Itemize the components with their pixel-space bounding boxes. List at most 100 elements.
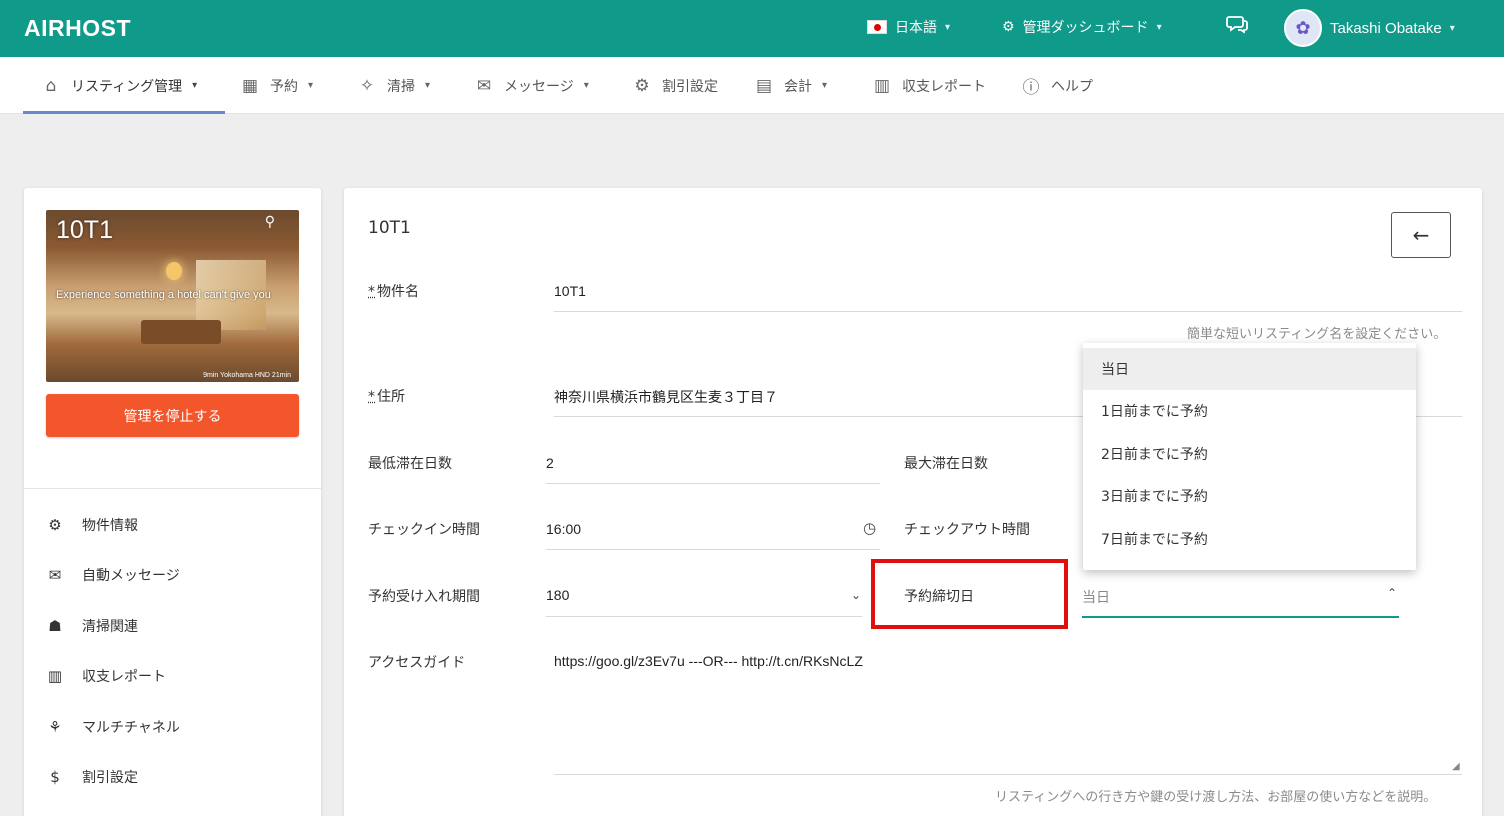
gear-icon: ⚙ bbox=[634, 75, 650, 96]
language-selector[interactable]: 日本語 ▾ bbox=[867, 17, 950, 37]
max-stay-label: 最大滞在日数 bbox=[904, 456, 988, 472]
channels-icon: ⚘ bbox=[48, 718, 62, 736]
cleaning-icon: ✧ bbox=[359, 75, 375, 96]
nav-label: 会計 bbox=[784, 78, 812, 95]
chevron-down-icon: ▾ bbox=[945, 21, 951, 33]
help-icon: ⓘ bbox=[1022, 78, 1040, 98]
property-name-hint: 簡単な短いリスティング名を設定ください。 bbox=[1187, 327, 1447, 342]
chevron-down-icon: ▾ bbox=[1156, 21, 1162, 33]
report-icon: ▥ bbox=[873, 75, 891, 96]
user-name: Takashi Obatake bbox=[1330, 19, 1442, 37]
sidebar-item-label: マルチチャネル bbox=[82, 720, 180, 736]
main-nav: ⌂ リスティング管理 ▾ ▦ 予約 ▾ ✧ 清掃 ▾ ✉ メッセージ ▾ ⚙ 割… bbox=[0, 57, 1504, 114]
stop-management-button[interactable]: 管理を停止する bbox=[46, 394, 299, 437]
user-menu[interactable]: ✿ Takashi Obatake ▾ bbox=[1284, 9, 1455, 47]
airhost-logo[interactable]: AIRHOST bbox=[24, 15, 131, 42]
checkin-input[interactable]: 16:00 bbox=[546, 521, 581, 537]
sidebar-item-label: 収支レポート bbox=[82, 669, 166, 685]
dropdown-option-2-days[interactable]: 2日前までに予約 bbox=[1083, 433, 1416, 475]
nav-label: ヘルプ bbox=[1051, 78, 1093, 95]
thumbnail-distance: 9min Yokohama HND 21min bbox=[203, 372, 291, 379]
cutoff-select[interactable]: 当日 bbox=[1082, 587, 1110, 607]
thumbnail-title: 10T1 bbox=[56, 216, 113, 244]
address-label: * 住所 bbox=[368, 386, 405, 406]
property-name-input[interactable]: 10T1 bbox=[554, 283, 586, 299]
chat-bubbles-icon[interactable] bbox=[1226, 14, 1248, 34]
clock-icon[interactable]: ◷ bbox=[863, 519, 876, 537]
envelope-icon: ✉ bbox=[48, 566, 62, 584]
cutoff-active-underline bbox=[1082, 616, 1399, 618]
avatar: ✿ bbox=[1284, 9, 1322, 47]
required-mark: * bbox=[368, 284, 375, 300]
access-guide-label: アクセスガイド bbox=[368, 655, 466, 671]
booking-window-underline bbox=[546, 616, 862, 617]
resize-handle-icon[interactable]: ◢ bbox=[1452, 761, 1460, 772]
min-stay-label: 最低滞在日数 bbox=[368, 456, 452, 472]
nav-label: 収支レポート bbox=[902, 78, 986, 95]
thumbnail-lamp bbox=[166, 262, 182, 280]
nav-report[interactable]: ▥ 収支レポート bbox=[872, 57, 986, 114]
calendar-icon: ▦ bbox=[241, 75, 259, 96]
cutoff-dropdown-menu: 当日 1日前までに予約 2日前までに予約 3日前までに予約 7日前までに予約 bbox=[1083, 343, 1416, 570]
language-label: 日本語 bbox=[895, 20, 937, 36]
sidebar-item-property-info[interactable]: ⚙ 物件情報 bbox=[46, 515, 138, 535]
label-text: 物件名 bbox=[377, 284, 419, 300]
top-bar: AIRHOST 日本語 ▾ ⚙ 管理ダッシュボード ▾ ✿ Takashi Ob… bbox=[0, 0, 1504, 57]
chevron-down-icon: ▾ bbox=[308, 80, 314, 91]
sidebar-item-auto-messages[interactable]: ✉ 自動メッセージ bbox=[46, 565, 180, 585]
nav-discount-settings[interactable]: ⚙ 割引設定 bbox=[632, 57, 718, 114]
booking-window-label: 予約受け入れ期間 bbox=[368, 589, 480, 605]
dropdown-option-1-day[interactable]: 1日前までに予約 bbox=[1083, 390, 1416, 432]
nav-help[interactable]: ⓘ ヘルプ bbox=[1021, 57, 1094, 114]
min-stay-underline bbox=[546, 483, 880, 484]
checkin-label: チェックイン時間 bbox=[368, 522, 480, 538]
chevron-down-icon: ▾ bbox=[425, 80, 431, 91]
address-input[interactable]: 神奈川県横浜市鶴見区生麦３丁目７ bbox=[554, 387, 778, 407]
min-stay-input[interactable]: 2 bbox=[546, 455, 554, 471]
sidebar-item-multichannel[interactable]: ⚘ マルチチャネル bbox=[46, 717, 180, 737]
thumbnail-tagline: Experience something a hotel can't give … bbox=[56, 289, 271, 301]
arrow-left-icon: ← bbox=[1412, 223, 1430, 247]
nav-label: 清掃 bbox=[387, 78, 415, 95]
report-icon: ▥ bbox=[47, 667, 63, 685]
nav-cleaning[interactable]: ✧ 清掃 ▾ bbox=[357, 57, 430, 114]
thumbnail-table bbox=[141, 320, 221, 344]
chevron-down-icon: ▾ bbox=[192, 80, 198, 91]
property-name-label: * 物件名 bbox=[368, 281, 419, 301]
dashboard-menu[interactable]: ⚙ 管理ダッシュボード ▾ bbox=[1002, 17, 1162, 37]
nav-accounting[interactable]: ▤ 会計 ▾ bbox=[754, 57, 827, 114]
japan-flag-icon bbox=[867, 20, 887, 34]
nav-label: 予約 bbox=[270, 78, 298, 95]
back-button[interactable]: ← bbox=[1391, 212, 1451, 258]
access-guide-hint: リスティングへの行き方や鍵の受け渡し方法、お部屋の使い方などを説明。 bbox=[995, 790, 1437, 805]
booking-window-select[interactable]: 180 bbox=[546, 587, 569, 603]
dropdown-option-7-days[interactable]: 7日前までに予約 bbox=[1083, 518, 1416, 560]
dropdown-option-3-days[interactable]: 3日前までに予約 bbox=[1083, 475, 1416, 517]
nav-label: リスティング管理 bbox=[71, 78, 183, 95]
home-icon: ⌂ bbox=[45, 75, 57, 96]
calculator-icon: ▤ bbox=[755, 75, 773, 96]
message-icon: ✉ bbox=[476, 75, 492, 96]
listing-sidebar-card: 10T1 Experience something a hotel can't … bbox=[24, 188, 321, 816]
checkin-underline bbox=[546, 549, 880, 550]
sidebar-item-cleaning[interactable]: ☗ 清掃関連 bbox=[46, 616, 138, 636]
chevron-down-icon: ▾ bbox=[583, 80, 589, 91]
access-guide-textarea[interactable]: https://goo.gl/z3Ev7u ---OR--- http://t.… bbox=[554, 653, 863, 669]
nav-listing-management[interactable]: ⌂ リスティング管理 ▾ bbox=[22, 57, 226, 114]
nav-messages[interactable]: ✉ メッセージ ▾ bbox=[474, 57, 589, 114]
label-text: 住所 bbox=[377, 389, 405, 405]
nav-reservations[interactable]: ▦ 予約 ▾ bbox=[240, 57, 313, 114]
listing-thumbnail[interactable]: 10T1 Experience something a hotel can't … bbox=[46, 210, 299, 382]
dashboard-gears-icon: ⚙ bbox=[1002, 19, 1015, 35]
dashboard-label: 管理ダッシュボード bbox=[1022, 20, 1149, 36]
chevron-down-icon[interactable]: ⌄ bbox=[851, 588, 861, 602]
required-mark: * bbox=[368, 389, 375, 405]
sidebar-item-discount[interactable]: $ 割引設定 bbox=[46, 767, 138, 787]
map-pin-icon: ⚲ bbox=[264, 214, 275, 230]
access-guide-underline bbox=[554, 774, 1462, 775]
sidebar-item-report[interactable]: ▥ 収支レポート bbox=[46, 666, 166, 686]
checkout-label: チェックアウト時間 bbox=[904, 522, 1030, 538]
cutoff-label: 予約締切日 bbox=[904, 589, 974, 605]
dropdown-option-same-day[interactable]: 当日 bbox=[1083, 348, 1416, 390]
chevron-up-icon[interactable]: ⌃ bbox=[1387, 586, 1397, 600]
